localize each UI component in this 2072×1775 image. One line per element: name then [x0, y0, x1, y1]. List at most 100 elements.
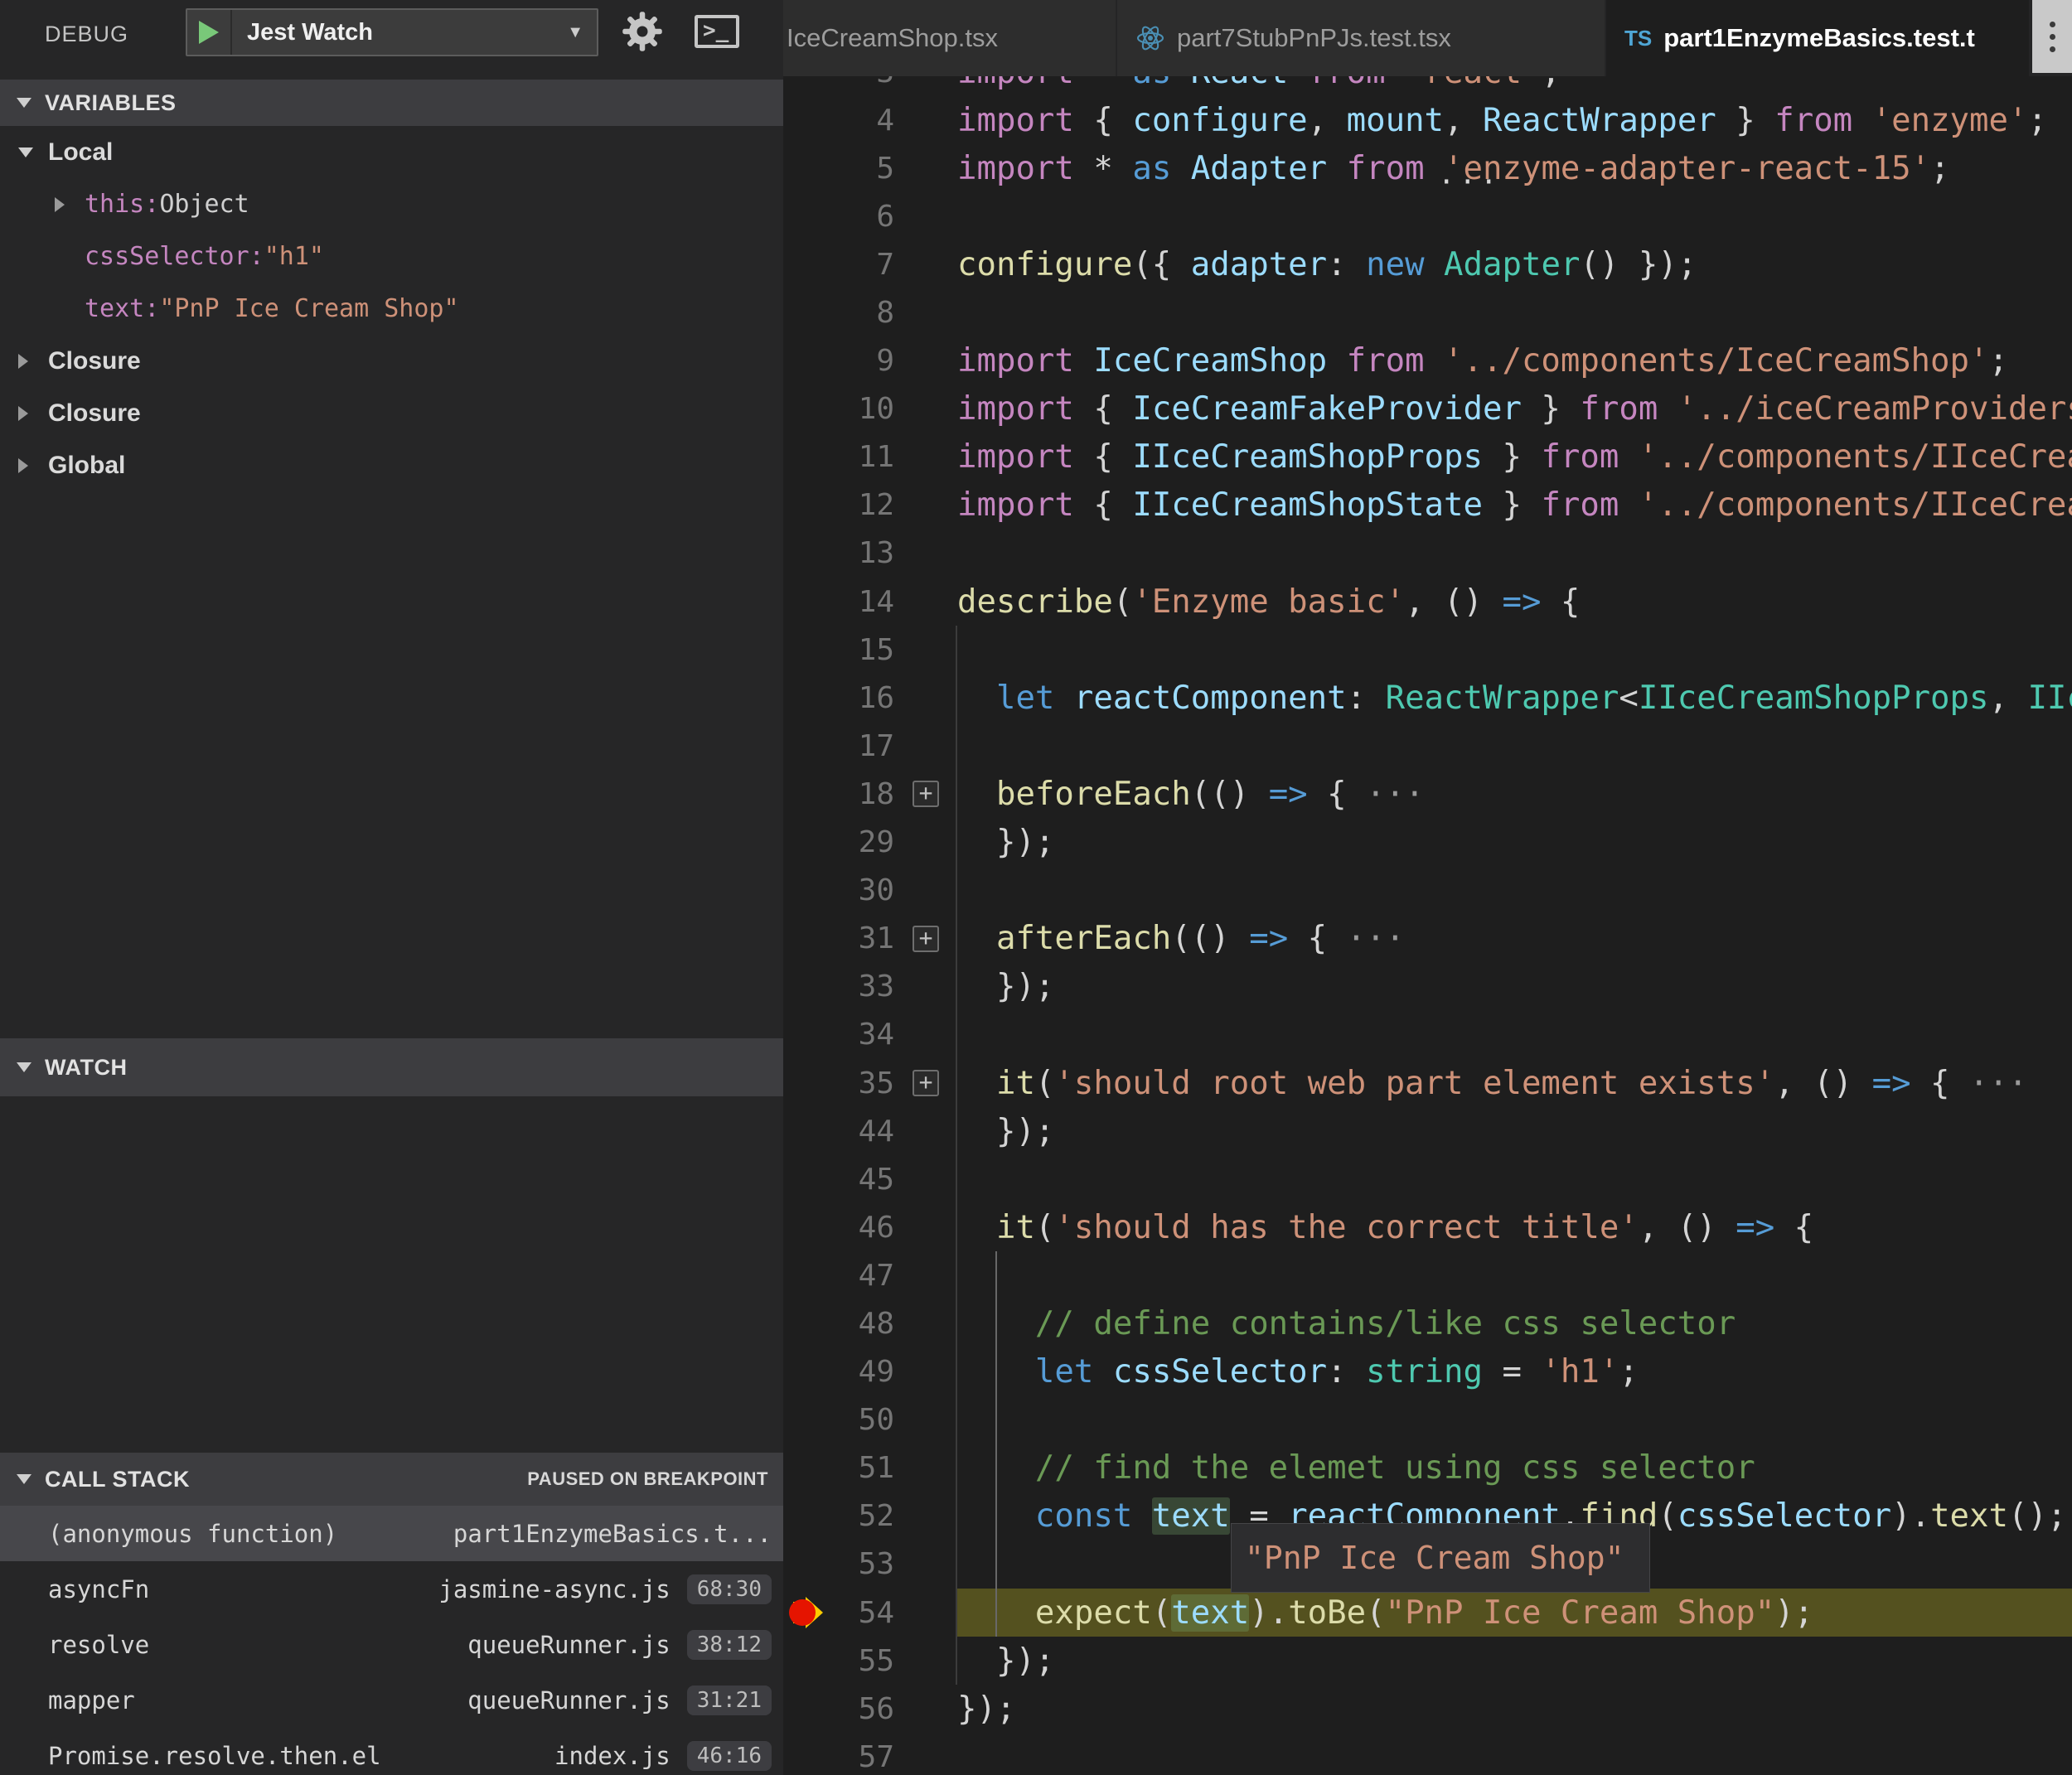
dropdown-divider	[230, 10, 232, 55]
code-line-9: 9 import IceCreamShop from '../components…	[783, 337, 2072, 385]
frame-position-badge: 38:12	[686, 1629, 772, 1660]
line-number: 29	[858, 825, 894, 860]
scope-row-closure[interactable]: Closure	[0, 335, 783, 387]
chevron-collapsed-icon	[18, 405, 48, 421]
code-line-35: 35 + it('should root web part element exi…	[783, 1059, 2072, 1107]
code-line-31: 31 + afterEach(() => { ···	[783, 915, 2072, 963]
gutter-margin	[783, 1685, 823, 1733]
debug-title: DEBUG	[45, 22, 129, 46]
variable-name: text:	[85, 294, 160, 323]
chevron-collapsed-icon	[55, 196, 85, 212]
variable-row[interactable]: text: "PnP Ice Cream Shop"	[0, 283, 783, 335]
debug-console-icon[interactable]: >_	[695, 15, 739, 48]
code-line-46: 46 it('should has the correct title', ()…	[783, 1203, 2072, 1251]
fold-gutter: +	[894, 1070, 957, 1097]
variable-name: this:	[85, 190, 160, 219]
gutter-margin	[783, 1251, 823, 1299]
fold-expand-icon[interactable]: +	[913, 925, 939, 952]
line-number: 56	[858, 1691, 894, 1726]
gutter-margin	[783, 1348, 823, 1396]
frame-position-badge: 68:30	[686, 1574, 772, 1604]
start-debugging-icon[interactable]	[199, 21, 219, 44]
line-number: 10	[858, 392, 894, 427]
breakpoint-paused-icon[interactable]	[783, 1589, 823, 1637]
line-number: 50	[858, 1403, 894, 1438]
fold-expand-icon[interactable]: +	[913, 1070, 939, 1097]
variable-row[interactable]: cssSelector: "h1"	[0, 230, 783, 283]
code-line-6: 6	[783, 192, 2072, 240]
breakpoint-gutter[interactable]	[783, 1589, 823, 1637]
configure-gear-icon[interactable]	[617, 7, 667, 56]
frame-file: queueRunner.js	[467, 1686, 670, 1715]
scope-row-global[interactable]: Global	[0, 439, 783, 491]
call-stack-frame[interactable]: Promise.resolve.then.el index.js 46:16	[0, 1728, 783, 1775]
fold-expand-icon[interactable]: +	[913, 781, 939, 808]
line-number: 31	[858, 921, 894, 956]
code-line-44: 44 });	[783, 1107, 2072, 1155]
more-actions-dot-icon	[2049, 46, 2055, 52]
variable-value: "PnP Ice Cream Shop"	[159, 294, 459, 323]
chevron-expanded-icon	[18, 147, 48, 157]
debug-hover-tooltip: "PnP Ice Cream Shop"	[1231, 1523, 1650, 1593]
line-number: 5	[876, 151, 894, 186]
gutter-margin	[783, 867, 823, 915]
section-collapse-icon	[17, 98, 31, 108]
gutter-margin	[783, 722, 823, 770]
editor-tab[interactable]: TS part1EnzymeBasics.test.t	[1606, 0, 2031, 76]
scope-row-closure[interactable]: Closure	[0, 387, 783, 439]
gutter-margin	[783, 1059, 823, 1107]
variable-row[interactable]: this: Object	[0, 178, 783, 230]
debug-config-dropdown[interactable]: Jest Watch ▼	[186, 8, 598, 56]
code-area[interactable]: 3import * as React from 'react';4import …	[783, 48, 2072, 1775]
gutter-margin	[783, 1155, 823, 1203]
frame-name: Promise.resolve.then.el	[48, 1741, 381, 1770]
code-text: let reactComponent: ReactWrapper < IIceCre…	[995, 679, 2072, 717]
frame-name: asyncFn	[48, 1574, 150, 1603]
editor-group: 3import * as React from 'react';4import …	[783, 0, 2072, 1775]
code-line-54: 54 expect(text). toBe("PnP Ice Cream Shop…	[783, 1589, 2072, 1637]
line-number: 57	[858, 1739, 894, 1774]
call-stack-frame[interactable]: mapper queueRunner.js 31:21	[0, 1672, 783, 1728]
code-line-55: 55 });	[783, 1637, 2072, 1685]
editor-tab[interactable]: IceCreamShop.tsx	[783, 0, 1117, 76]
line-number: 4	[876, 103, 894, 138]
line-number: 11	[858, 440, 894, 475]
gutter-margin	[783, 1733, 823, 1775]
code-text: import { IIceCreamShopState } from '../c…	[957, 486, 2072, 525]
code-text: configure({ adapter: new Adapter() });	[957, 245, 1697, 283]
debug-toolbar: DEBUG Jest Watch ▼ >_	[0, 0, 783, 80]
gutter-margin	[783, 96, 823, 144]
line-number: 34	[858, 1018, 894, 1052]
scope-row-local[interactable]: Local	[0, 126, 783, 178]
gutter-margin	[783, 240, 823, 288]
line-number: 45	[858, 1162, 894, 1197]
editor-tab[interactable]: part7StubPnPJs.test.tsx	[1117, 0, 1606, 76]
gutter-margin	[783, 1107, 823, 1155]
code-text: });	[957, 824, 1055, 862]
scope-label: Closure	[48, 346, 141, 375]
frame-name: resolve	[48, 1630, 150, 1659]
gutter-margin	[783, 1637, 823, 1685]
call-stack-frame[interactable]: asyncFn jasmine-async.js 68:30	[0, 1561, 783, 1617]
gutter-margin	[783, 963, 823, 1011]
code-line-34: 34	[783, 1011, 2072, 1059]
variables-list: Local this: Object cssSelector: "h1" text: …	[0, 126, 783, 491]
section-title: VARIABLES	[45, 89, 177, 115]
call-stack-frame[interactable]: resolve queueRunner.js 38:12	[0, 1617, 783, 1672]
gutter-margin	[783, 578, 823, 626]
call-stack-section-header[interactable]: CALL STACK PAUSED ON BREAKPOINT	[0, 1453, 783, 1506]
code-line-5: 5 import * as Adapter from 'enzyme-adapte…	[783, 144, 2072, 192]
gutter-margin	[783, 1540, 823, 1589]
watch-section-header[interactable]: WATCH	[0, 1038, 783, 1096]
call-stack-frame[interactable]: (anonymous function) part1EnzymeBasics.t.…	[0, 1506, 783, 1561]
call-stack-list: (anonymous function) part1EnzymeBasics.t.…	[0, 1506, 783, 1775]
variables-section-header[interactable]: VARIABLES	[0, 80, 783, 126]
editor-more-actions-button[interactable]	[2032, 0, 2072, 73]
code-text: // find the elemet using css selector	[957, 1449, 1755, 1487]
fold-gutter: +	[894, 781, 957, 808]
frame-file: queueRunner.js	[467, 1630, 670, 1659]
line-number: 44	[858, 1114, 894, 1149]
gutter-margin	[783, 288, 823, 336]
